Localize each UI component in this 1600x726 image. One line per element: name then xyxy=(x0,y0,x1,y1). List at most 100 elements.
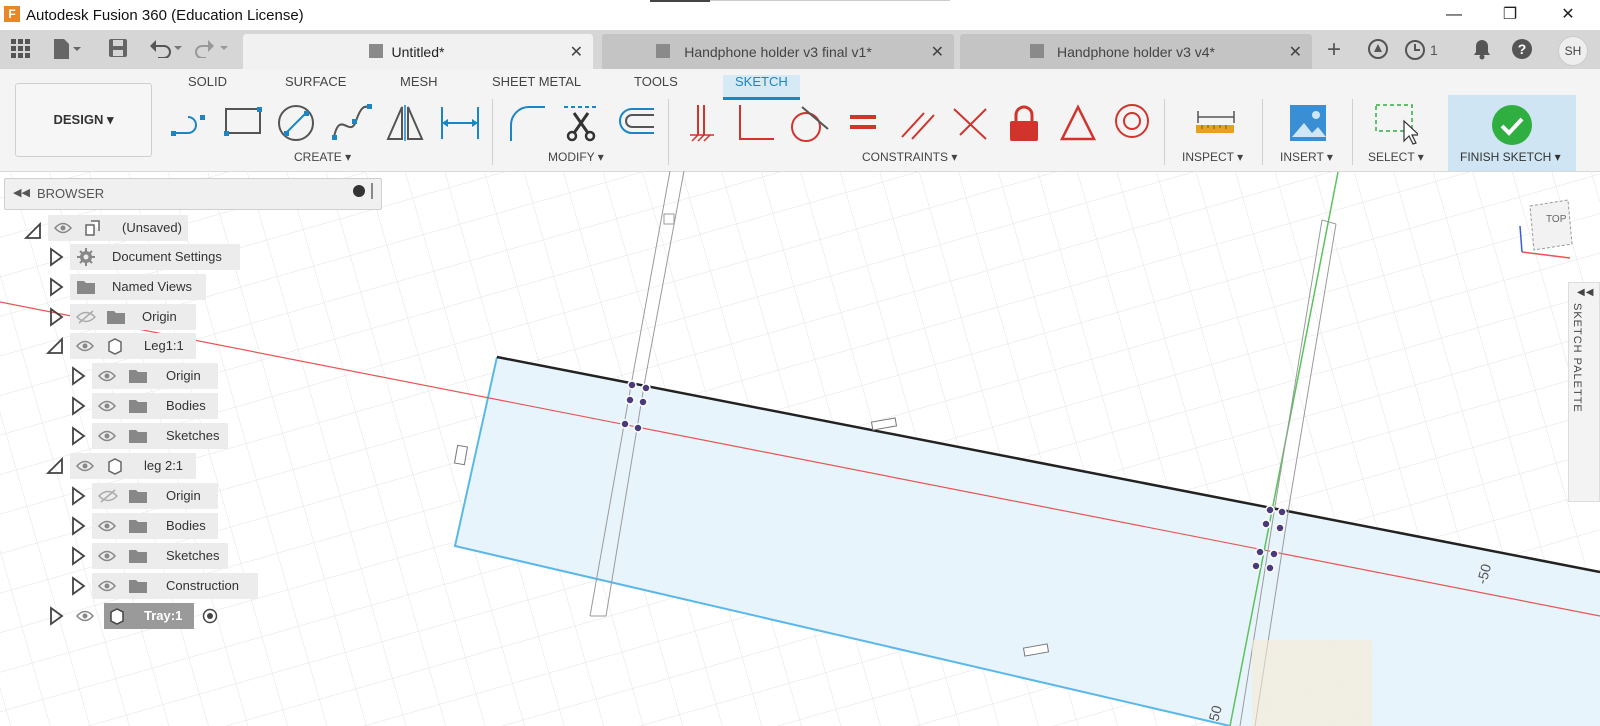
tab-sheet-metal[interactable]: SHEET METAL xyxy=(492,75,581,97)
expand-palette-icon[interactable]: ◀◀ xyxy=(1577,287,1594,298)
measure-tool-icon[interactable] xyxy=(1194,103,1235,143)
tree-item-leg1-sketches[interactable]: Sketches xyxy=(92,423,228,449)
tree-component-tray[interactable]: Tray:1 xyxy=(70,603,226,629)
collapse-triangle-icon[interactable] xyxy=(22,218,46,242)
expand-triangle-icon[interactable] xyxy=(48,277,64,297)
insert-menu[interactable]: INSERT ▾ xyxy=(1280,150,1333,164)
expand-triangle-icon[interactable] xyxy=(70,366,86,386)
tab-solid[interactable]: SOLID xyxy=(188,75,227,97)
fix-constraint-icon[interactable] xyxy=(680,103,720,143)
redo-icon[interactable] xyxy=(194,38,230,62)
coincident-constraint-icon[interactable] xyxy=(950,103,990,143)
eye-icon[interactable] xyxy=(98,578,116,594)
collapse-browser-icon[interactable]: ◀◀ xyxy=(13,186,30,199)
maximize-button[interactable]: ❐ xyxy=(1490,4,1530,26)
eye-icon[interactable] xyxy=(98,368,116,384)
expand-triangle-icon[interactable] xyxy=(48,247,64,267)
close-tab-icon[interactable]: ✕ xyxy=(1289,42,1302,62)
constraints-menu[interactable]: CONSTRAINTS ▾ xyxy=(862,150,957,164)
tab-tools[interactable]: TOOLS xyxy=(634,75,678,97)
finish-sketch-menu[interactable]: FINISH SKETCH ▾ xyxy=(1460,150,1561,164)
tree-item-leg1-origin[interactable]: Origin xyxy=(92,363,218,389)
notification-bell-icon[interactable] xyxy=(1470,38,1494,62)
hidden-eye-icon[interactable] xyxy=(98,488,118,504)
save-icon[interactable] xyxy=(106,38,130,62)
file-menu-icon[interactable] xyxy=(52,38,81,62)
eye-icon[interactable] xyxy=(76,458,94,474)
tree-item-origin[interactable]: Origin xyxy=(70,304,196,330)
tab-sketch[interactable]: SKETCH xyxy=(723,75,800,100)
perpendicular-constraint-icon[interactable] xyxy=(734,103,774,143)
insert-image-icon[interactable] xyxy=(1288,103,1328,143)
browser-minimize-icon[interactable] xyxy=(353,185,365,197)
tab-handphone-holder-v3-v4[interactable]: Handphone holder v3 v4* ✕ xyxy=(960,34,1312,69)
collapse-triangle-icon[interactable] xyxy=(46,456,66,476)
expand-triangle-icon[interactable] xyxy=(70,486,86,506)
equal-constraint-icon[interactable] xyxy=(842,103,882,143)
modify-menu[interactable]: MODIFY ▾ xyxy=(548,150,604,164)
eye-icon[interactable] xyxy=(98,518,116,534)
eye-icon[interactable] xyxy=(76,608,94,624)
expand-triangle-icon[interactable] xyxy=(70,426,86,446)
eye-icon[interactable] xyxy=(76,338,94,354)
browser-panel-header[interactable]: ◀◀ BROWSER xyxy=(4,178,382,210)
eye-icon[interactable] xyxy=(98,548,116,564)
expand-triangle-icon[interactable] xyxy=(48,307,64,327)
circle-tool-icon[interactable] xyxy=(276,103,316,143)
spline-tool-icon[interactable] xyxy=(330,103,372,143)
parallel-constraint-icon[interactable] xyxy=(896,103,936,143)
undo-icon[interactable] xyxy=(148,38,184,62)
tab-untitled[interactable]: Untitled* ✕ xyxy=(243,34,593,69)
triangle-constraint-icon[interactable] xyxy=(1058,103,1098,143)
collapse-triangle-icon[interactable] xyxy=(46,336,66,356)
expand-triangle-icon[interactable] xyxy=(70,546,86,566)
mirror-tool-icon[interactable] xyxy=(384,103,424,143)
canvas-viewport[interactable]: -50 50 TOP xyxy=(0,171,1600,726)
close-tab-icon[interactable]: ✕ xyxy=(570,42,583,62)
activate-radio-icon[interactable] xyxy=(202,608,218,624)
tab-surface[interactable]: SURFACE xyxy=(285,75,346,97)
extensions-icon[interactable] xyxy=(1366,38,1390,62)
tab-mesh[interactable]: MESH xyxy=(400,75,438,97)
tree-component-leg1[interactable]: Leg1:1 xyxy=(70,333,196,359)
create-menu[interactable]: CREATE ▾ xyxy=(294,150,351,164)
concentric-constraint-icon[interactable] xyxy=(1112,103,1152,143)
help-icon[interactable]: ? xyxy=(1510,38,1534,62)
new-tab-button[interactable]: + xyxy=(1322,38,1346,62)
close-tab-icon[interactable]: ✕ xyxy=(931,42,944,62)
job-status-icon[interactable]: 1 xyxy=(1404,38,1444,62)
close-window-button[interactable]: ✕ xyxy=(1548,4,1588,26)
tree-item-leg2-origin[interactable]: Origin xyxy=(92,483,218,509)
tree-item-named-views[interactable]: Named Views xyxy=(70,274,206,300)
line-tool-icon[interactable] xyxy=(170,103,210,143)
user-avatar[interactable]: SH xyxy=(1558,36,1588,66)
eye-icon[interactable] xyxy=(98,428,116,444)
offset-tool-icon[interactable] xyxy=(614,103,654,143)
tree-item-leg2-construction[interactable]: Construction xyxy=(92,573,258,599)
eye-icon[interactable] xyxy=(54,220,72,236)
rectangle-tool-icon[interactable] xyxy=(222,103,262,143)
sketch-palette-collapsed[interactable]: ◀◀ SKETCH PALETTE xyxy=(1568,282,1600,502)
window-select-icon[interactable] xyxy=(1374,103,1421,145)
tree-item-leg1-bodies[interactable]: Bodies xyxy=(92,393,218,419)
expand-triangle-icon[interactable] xyxy=(70,516,86,536)
browser-pin-icon[interactable] xyxy=(371,183,373,199)
tab-handphone-holder-v3-final[interactable]: Handphone holder v3 final v1* ✕ xyxy=(602,34,954,69)
tree-root-unsaved[interactable]: (Unsaved) xyxy=(48,215,188,241)
fillet-tool-icon[interactable] xyxy=(505,103,545,143)
expand-triangle-icon[interactable] xyxy=(70,396,86,416)
hidden-eye-icon[interactable] xyxy=(76,309,96,325)
minimize-button[interactable]: — xyxy=(1434,4,1474,26)
expand-triangle-icon[interactable] xyxy=(48,606,64,626)
tree-item-leg2-sketches[interactable]: Sketches xyxy=(92,543,228,569)
eye-icon[interactable] xyxy=(98,398,116,414)
tangent-constraint-icon[interactable] xyxy=(786,103,829,143)
lock-icon[interactable] xyxy=(1004,103,1044,143)
trim-tool-icon[interactable] xyxy=(560,103,600,143)
expand-triangle-icon[interactable] xyxy=(70,576,86,596)
select-menu[interactable]: SELECT ▾ xyxy=(1368,150,1424,164)
tree-item-leg2-bodies[interactable]: Bodies xyxy=(92,513,218,539)
app-grid-icon[interactable] xyxy=(8,38,32,62)
inspect-menu[interactable]: INSPECT ▾ xyxy=(1182,150,1243,164)
workspace-switcher-button[interactable]: DESIGN ▾ xyxy=(15,83,152,157)
